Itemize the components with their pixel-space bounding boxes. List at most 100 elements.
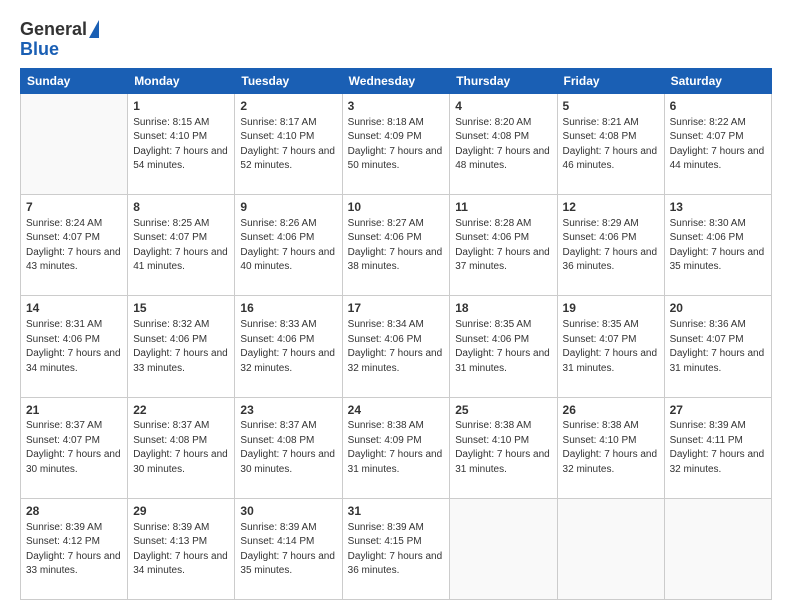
calendar-cell: 29Sunrise: 8:39 AMSunset: 4:13 PMDayligh… xyxy=(128,498,235,599)
day-info: Sunrise: 8:15 AMSunset: 4:10 PMDaylight:… xyxy=(133,116,229,174)
calendar-cell: 10Sunrise: 8:27 AMSunset: 4:06 PMDayligh… xyxy=(342,195,450,296)
day-info: Sunrise: 8:39 AMSunset: 4:12 PMDaylight:… xyxy=(26,521,122,579)
calendar-cell: 17Sunrise: 8:34 AMSunset: 4:06 PMDayligh… xyxy=(342,296,450,397)
day-info: Sunrise: 8:18 AMSunset: 4:09 PMDaylight:… xyxy=(348,116,445,174)
calendar-cell: 26Sunrise: 8:38 AMSunset: 4:10 PMDayligh… xyxy=(557,397,664,498)
day-number: 21 xyxy=(26,402,122,419)
calendar-table: SundayMondayTuesdayWednesdayThursdayFrid… xyxy=(20,68,772,600)
calendar-cell xyxy=(557,498,664,599)
day-header-saturday: Saturday xyxy=(664,69,771,94)
logo-text-block: General Blue xyxy=(20,20,99,60)
calendar-cell: 4Sunrise: 8:20 AMSunset: 4:08 PMDaylight… xyxy=(450,94,557,195)
day-number: 26 xyxy=(563,402,659,419)
logo: General Blue xyxy=(20,20,99,60)
calendar-cell: 1Sunrise: 8:15 AMSunset: 4:10 PMDaylight… xyxy=(128,94,235,195)
calendar-cell: 24Sunrise: 8:38 AMSunset: 4:09 PMDayligh… xyxy=(342,397,450,498)
day-info: Sunrise: 8:39 AMSunset: 4:13 PMDaylight:… xyxy=(133,521,229,579)
day-header-sunday: Sunday xyxy=(21,69,128,94)
day-header-monday: Monday xyxy=(128,69,235,94)
day-number: 18 xyxy=(455,300,551,317)
day-number: 5 xyxy=(563,98,659,115)
day-info: Sunrise: 8:38 AMSunset: 4:10 PMDaylight:… xyxy=(455,419,551,477)
day-info: Sunrise: 8:37 AMSunset: 4:08 PMDaylight:… xyxy=(133,419,229,477)
day-info: Sunrise: 8:38 AMSunset: 4:10 PMDaylight:… xyxy=(563,419,659,477)
day-number: 16 xyxy=(240,300,336,317)
calendar-week-row: 7Sunrise: 8:24 AMSunset: 4:07 PMDaylight… xyxy=(21,195,772,296)
day-info: Sunrise: 8:30 AMSunset: 4:06 PMDaylight:… xyxy=(670,217,766,275)
calendar-cell: 28Sunrise: 8:39 AMSunset: 4:12 PMDayligh… xyxy=(21,498,128,599)
day-info: Sunrise: 8:27 AMSunset: 4:06 PMDaylight:… xyxy=(348,217,445,275)
day-header-tuesday: Tuesday xyxy=(235,69,342,94)
day-info: Sunrise: 8:22 AMSunset: 4:07 PMDaylight:… xyxy=(670,116,766,174)
calendar-cell: 8Sunrise: 8:25 AMSunset: 4:07 PMDaylight… xyxy=(128,195,235,296)
day-number: 22 xyxy=(133,402,229,419)
day-number: 31 xyxy=(348,503,445,520)
calendar-cell: 5Sunrise: 8:21 AMSunset: 4:08 PMDaylight… xyxy=(557,94,664,195)
day-number: 10 xyxy=(348,199,445,216)
day-info: Sunrise: 8:39 AMSunset: 4:15 PMDaylight:… xyxy=(348,521,445,579)
calendar-cell: 9Sunrise: 8:26 AMSunset: 4:06 PMDaylight… xyxy=(235,195,342,296)
day-header-thursday: Thursday xyxy=(450,69,557,94)
day-info: Sunrise: 8:33 AMSunset: 4:06 PMDaylight:… xyxy=(240,318,336,376)
day-info: Sunrise: 8:39 AMSunset: 4:14 PMDaylight:… xyxy=(240,521,336,579)
calendar-cell: 7Sunrise: 8:24 AMSunset: 4:07 PMDaylight… xyxy=(21,195,128,296)
day-number: 19 xyxy=(563,300,659,317)
day-info: Sunrise: 8:28 AMSunset: 4:06 PMDaylight:… xyxy=(455,217,551,275)
calendar-cell: 31Sunrise: 8:39 AMSunset: 4:15 PMDayligh… xyxy=(342,498,450,599)
day-number: 4 xyxy=(455,98,551,115)
calendar-cell: 16Sunrise: 8:33 AMSunset: 4:06 PMDayligh… xyxy=(235,296,342,397)
day-info: Sunrise: 8:24 AMSunset: 4:07 PMDaylight:… xyxy=(26,217,122,275)
calendar-header-row: SundayMondayTuesdayWednesdayThursdayFrid… xyxy=(21,69,772,94)
day-number: 30 xyxy=(240,503,336,520)
day-number: 29 xyxy=(133,503,229,520)
day-info: Sunrise: 8:29 AMSunset: 4:06 PMDaylight:… xyxy=(563,217,659,275)
day-number: 11 xyxy=(455,199,551,216)
calendar-cell: 2Sunrise: 8:17 AMSunset: 4:10 PMDaylight… xyxy=(235,94,342,195)
calendar-week-row: 21Sunrise: 8:37 AMSunset: 4:07 PMDayligh… xyxy=(21,397,772,498)
calendar-week-row: 28Sunrise: 8:39 AMSunset: 4:12 PMDayligh… xyxy=(21,498,772,599)
day-info: Sunrise: 8:35 AMSunset: 4:06 PMDaylight:… xyxy=(455,318,551,376)
day-number: 3 xyxy=(348,98,445,115)
calendar-cell: 21Sunrise: 8:37 AMSunset: 4:07 PMDayligh… xyxy=(21,397,128,498)
day-number: 7 xyxy=(26,199,122,216)
day-number: 20 xyxy=(670,300,766,317)
day-number: 24 xyxy=(348,402,445,419)
day-number: 27 xyxy=(670,402,766,419)
calendar-cell: 19Sunrise: 8:35 AMSunset: 4:07 PMDayligh… xyxy=(557,296,664,397)
day-info: Sunrise: 8:38 AMSunset: 4:09 PMDaylight:… xyxy=(348,419,445,477)
calendar-cell: 3Sunrise: 8:18 AMSunset: 4:09 PMDaylight… xyxy=(342,94,450,195)
day-number: 23 xyxy=(240,402,336,419)
day-info: Sunrise: 8:32 AMSunset: 4:06 PMDaylight:… xyxy=(133,318,229,376)
day-number: 1 xyxy=(133,98,229,115)
day-info: Sunrise: 8:37 AMSunset: 4:07 PMDaylight:… xyxy=(26,419,122,477)
logo-general: General xyxy=(20,20,87,40)
calendar-cell xyxy=(21,94,128,195)
calendar-cell: 22Sunrise: 8:37 AMSunset: 4:08 PMDayligh… xyxy=(128,397,235,498)
day-number: 17 xyxy=(348,300,445,317)
day-info: Sunrise: 8:17 AMSunset: 4:10 PMDaylight:… xyxy=(240,116,336,174)
day-info: Sunrise: 8:36 AMSunset: 4:07 PMDaylight:… xyxy=(670,318,766,376)
calendar-week-row: 14Sunrise: 8:31 AMSunset: 4:06 PMDayligh… xyxy=(21,296,772,397)
day-info: Sunrise: 8:26 AMSunset: 4:06 PMDaylight:… xyxy=(240,217,336,275)
day-number: 14 xyxy=(26,300,122,317)
calendar-cell: 6Sunrise: 8:22 AMSunset: 4:07 PMDaylight… xyxy=(664,94,771,195)
calendar-cell xyxy=(450,498,557,599)
day-number: 6 xyxy=(670,98,766,115)
day-number: 12 xyxy=(563,199,659,216)
day-number: 2 xyxy=(240,98,336,115)
calendar-cell: 15Sunrise: 8:32 AMSunset: 4:06 PMDayligh… xyxy=(128,296,235,397)
page: General Blue SundayMondayTuesdayWednesda… xyxy=(0,0,792,612)
day-number: 9 xyxy=(240,199,336,216)
calendar-cell xyxy=(664,498,771,599)
day-number: 28 xyxy=(26,503,122,520)
day-number: 15 xyxy=(133,300,229,317)
calendar-cell: 14Sunrise: 8:31 AMSunset: 4:06 PMDayligh… xyxy=(21,296,128,397)
calendar-cell: 20Sunrise: 8:36 AMSunset: 4:07 PMDayligh… xyxy=(664,296,771,397)
day-header-wednesday: Wednesday xyxy=(342,69,450,94)
day-info: Sunrise: 8:25 AMSunset: 4:07 PMDaylight:… xyxy=(133,217,229,275)
day-info: Sunrise: 8:31 AMSunset: 4:06 PMDaylight:… xyxy=(26,318,122,376)
header: General Blue xyxy=(20,16,772,60)
day-number: 25 xyxy=(455,402,551,419)
calendar-cell: 30Sunrise: 8:39 AMSunset: 4:14 PMDayligh… xyxy=(235,498,342,599)
calendar-cell: 23Sunrise: 8:37 AMSunset: 4:08 PMDayligh… xyxy=(235,397,342,498)
